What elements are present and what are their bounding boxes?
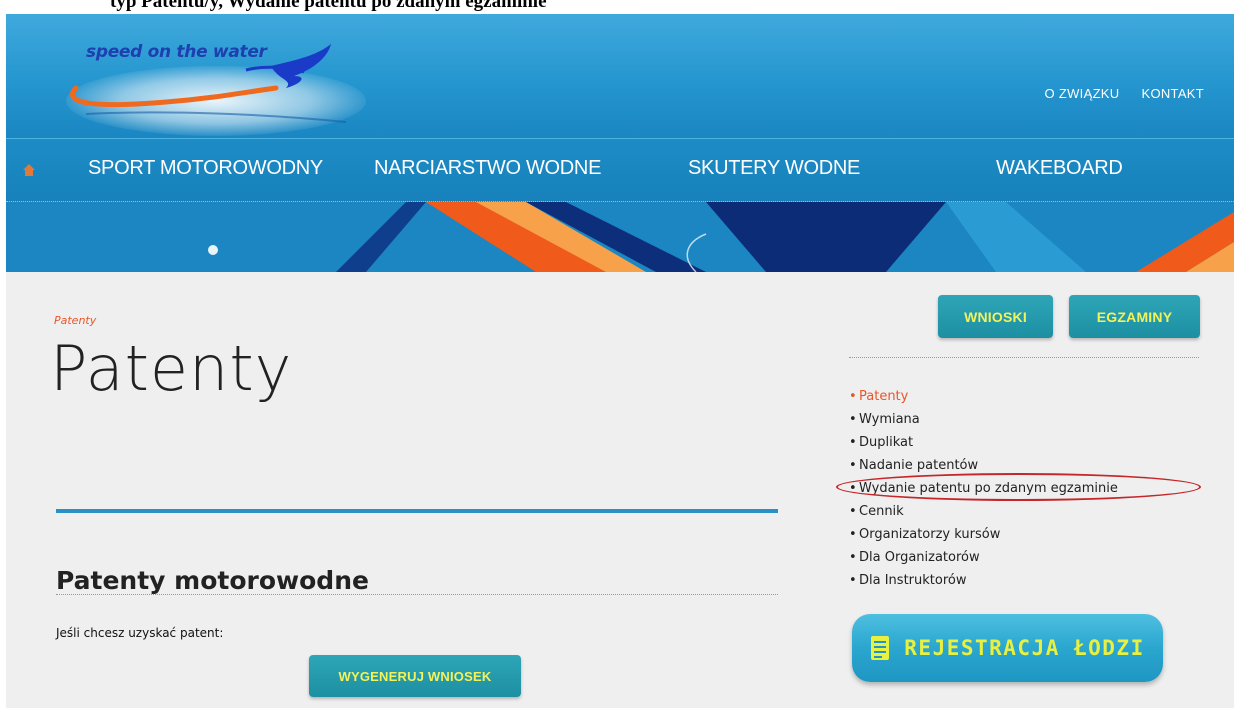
sidebar-item-label: Duplikat (859, 435, 914, 450)
nav-item-skutery-wodne[interactable]: SKUTERY WODNE (688, 157, 860, 180)
egzaminy-button[interactable]: EGZAMINY (1069, 295, 1200, 338)
wnioski-button[interactable]: WNIOSKI (938, 295, 1053, 338)
sidebar-item-dla-organizatorow[interactable]: • Dla Organizatorów (849, 546, 1118, 569)
sidebar-item-dla-instruktorow[interactable]: • Dla Instruktorów (849, 569, 1118, 592)
sidebar-menu: • Patenty • Wymiana • Duplikat • Nadanie pat… (849, 385, 1118, 592)
site-header: speed on the water O ZWIĄZKU KONTAKT (6, 14, 1234, 138)
top-links: O ZWIĄZKU KONTAKT (1045, 86, 1204, 101)
sidebar-item-nadanie-patentow[interactable]: • Nadanie patentów (849, 454, 1118, 477)
document-icon (871, 636, 890, 660)
banner-graphic (6, 202, 1234, 272)
sidebar-item-label: Organizatorzy kursów (859, 527, 1001, 542)
nav-item-wakeboard[interactable]: WAKEBOARD (996, 157, 1123, 180)
register-boat-label: REJESTRACJA ŁODZI (904, 636, 1145, 660)
sidebar-divider (849, 357, 1199, 358)
website-screenshot: speed on the water O ZWIĄZKU KONTAKT SPO… (6, 14, 1234, 708)
top-caption-strip: typ Patentu/y, Wydanie patentu po zdanym… (0, 0, 1234, 14)
sidebar-item-label: Cennik (859, 504, 904, 519)
main-nav: SPORT MOTOROWODNY NARCIARSTWO WODNE SKUT… (6, 138, 1234, 202)
banner-stripes-graphic (6, 202, 1234, 272)
sidebar-item-label: Wymiana (859, 412, 920, 427)
site-logo[interactable]: speed on the water (46, 36, 386, 136)
sidebar-item-wydanie-patentu[interactable]: • Wydanie patentu po zdanym egzaminie (849, 477, 1118, 500)
sidebar-item-organizatorzy-kursow[interactable]: • Organizatorzy kursów (849, 523, 1118, 546)
generate-application-button[interactable]: WYGENERUJ WNIOSEK (309, 655, 521, 697)
section-divider (56, 509, 778, 513)
sidebar-item-label: Nadanie patentów (859, 458, 979, 473)
intro-text: Jeśli chcesz uzyskać patent: (56, 626, 224, 640)
top-link-o-zwiazku[interactable]: O ZWIĄZKU (1045, 86, 1120, 101)
sidebar-item-duplikat[interactable]: • Duplikat (849, 431, 1118, 454)
register-boat-button[interactable]: REJESTRACJA ŁODZI (852, 614, 1163, 682)
sidebar-item-label: Dla Organizatorów (859, 550, 980, 565)
nav-item-narciarstwo-wodne[interactable]: NARCIARSTWO WODNE (374, 157, 601, 180)
page-title: Patenty (50, 332, 293, 405)
top-link-kontakt[interactable]: KONTAKT (1141, 86, 1204, 101)
home-icon[interactable] (22, 163, 36, 177)
sidebar-item-label: Patenty (859, 389, 909, 404)
breadcrumb[interactable]: Patenty (54, 314, 96, 327)
section-title: Patenty motorowodne (56, 566, 369, 595)
logo-text: speed on the water (86, 42, 267, 62)
nav-item-sport-motorowodny[interactable]: SPORT MOTOROWODNY (88, 157, 323, 180)
sidebar-item-cennik[interactable]: • Cennik (849, 500, 1118, 523)
caption-text: typ Patentu/y, Wydanie patentu po zdanym… (110, 0, 547, 12)
sidebar-item-label: Dla Instruktorów (859, 573, 967, 588)
sidebar-item-patenty[interactable]: • Patenty (849, 385, 1118, 408)
dotted-divider (56, 594, 778, 595)
sidebar-item-wymiana[interactable]: • Wymiana (849, 408, 1118, 431)
sidebar-item-label: Wydanie patentu po zdanym egzaminie (859, 481, 1118, 496)
